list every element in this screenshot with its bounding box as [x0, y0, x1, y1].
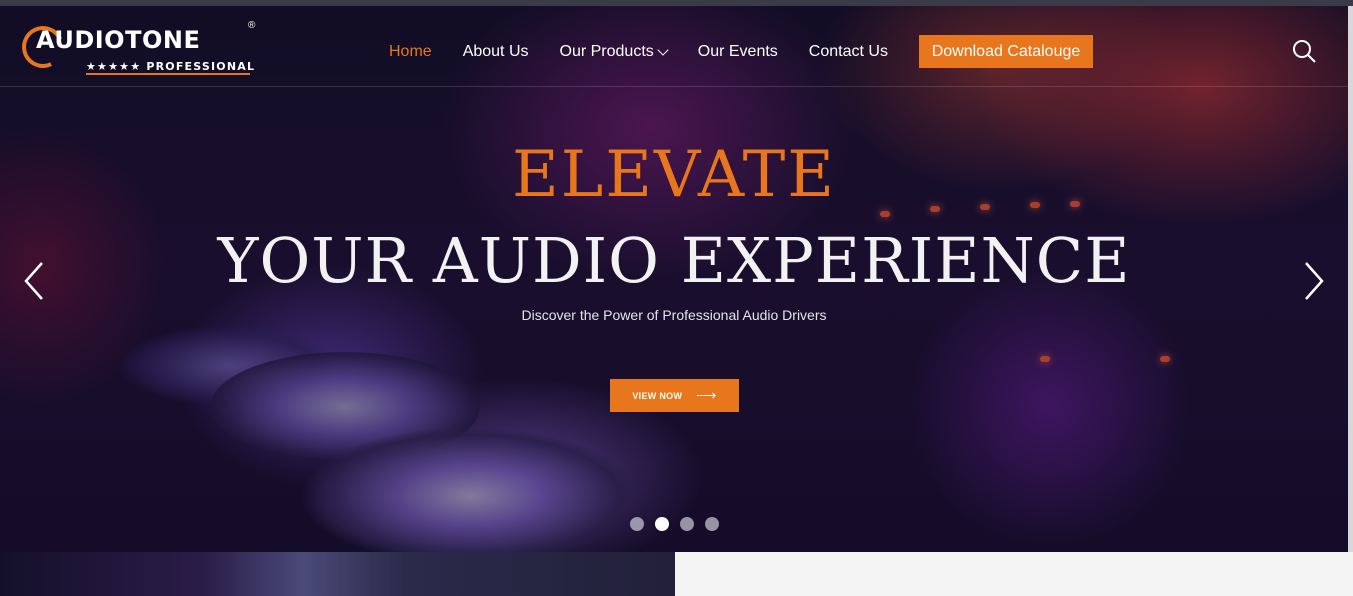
slider-dot-3[interactable]: [680, 517, 694, 531]
view-now-button[interactable]: VIEW NOW ⟶: [610, 379, 739, 412]
page-scrollbar[interactable]: [1348, 6, 1353, 552]
nav-about-us[interactable]: About Us: [463, 43, 529, 61]
brand-tagline: ★★★★★ PROFESSIONAL: [86, 60, 256, 73]
chevron-down-icon: [657, 44, 669, 56]
header-divider: [0, 86, 1348, 87]
next-section-panel: [675, 552, 1353, 596]
search-icon[interactable]: [1292, 39, 1316, 63]
nav-our-products[interactable]: Our Products: [559, 43, 669, 61]
hero-headline-top: ELEVATE: [512, 138, 836, 212]
hero-slider: AUDIOTONE ® ★★★★★ PROFESSIONAL Home Abou…: [0, 6, 1348, 552]
logo-underline: [86, 73, 250, 75]
slider-pagination: [630, 517, 730, 531]
main-nav: Home About Us Our Products Our Events Co…: [389, 35, 919, 69]
registered-mark: ®: [248, 20, 256, 31]
download-catalogue-button[interactable]: Download Catalouge: [919, 35, 1093, 68]
slider-dot-2[interactable]: [655, 517, 669, 531]
hero-headline-bottom: YOUR AUDIO EXPERIENCE: [217, 224, 1131, 297]
slider-dot-4[interactable]: [705, 517, 719, 531]
slider-dot-1[interactable]: [630, 517, 644, 531]
brand-logo[interactable]: AUDIOTONE ® ★★★★★ PROFESSIONAL: [16, 20, 262, 76]
view-now-label: VIEW NOW: [632, 390, 683, 401]
hero-subtitle: Discover the Power of Professional Audio…: [521, 307, 827, 323]
nav-our-products-label: Our Products: [559, 43, 654, 60]
next-section-image: [0, 552, 675, 596]
nav-home[interactable]: Home: [389, 43, 432, 61]
nav-our-events[interactable]: Our Events: [698, 43, 778, 61]
brand-name: AUDIOTONE: [36, 26, 201, 54]
arrow-right-icon: ⟶: [696, 387, 717, 403]
nav-contact-us[interactable]: Contact Us: [809, 43, 888, 61]
